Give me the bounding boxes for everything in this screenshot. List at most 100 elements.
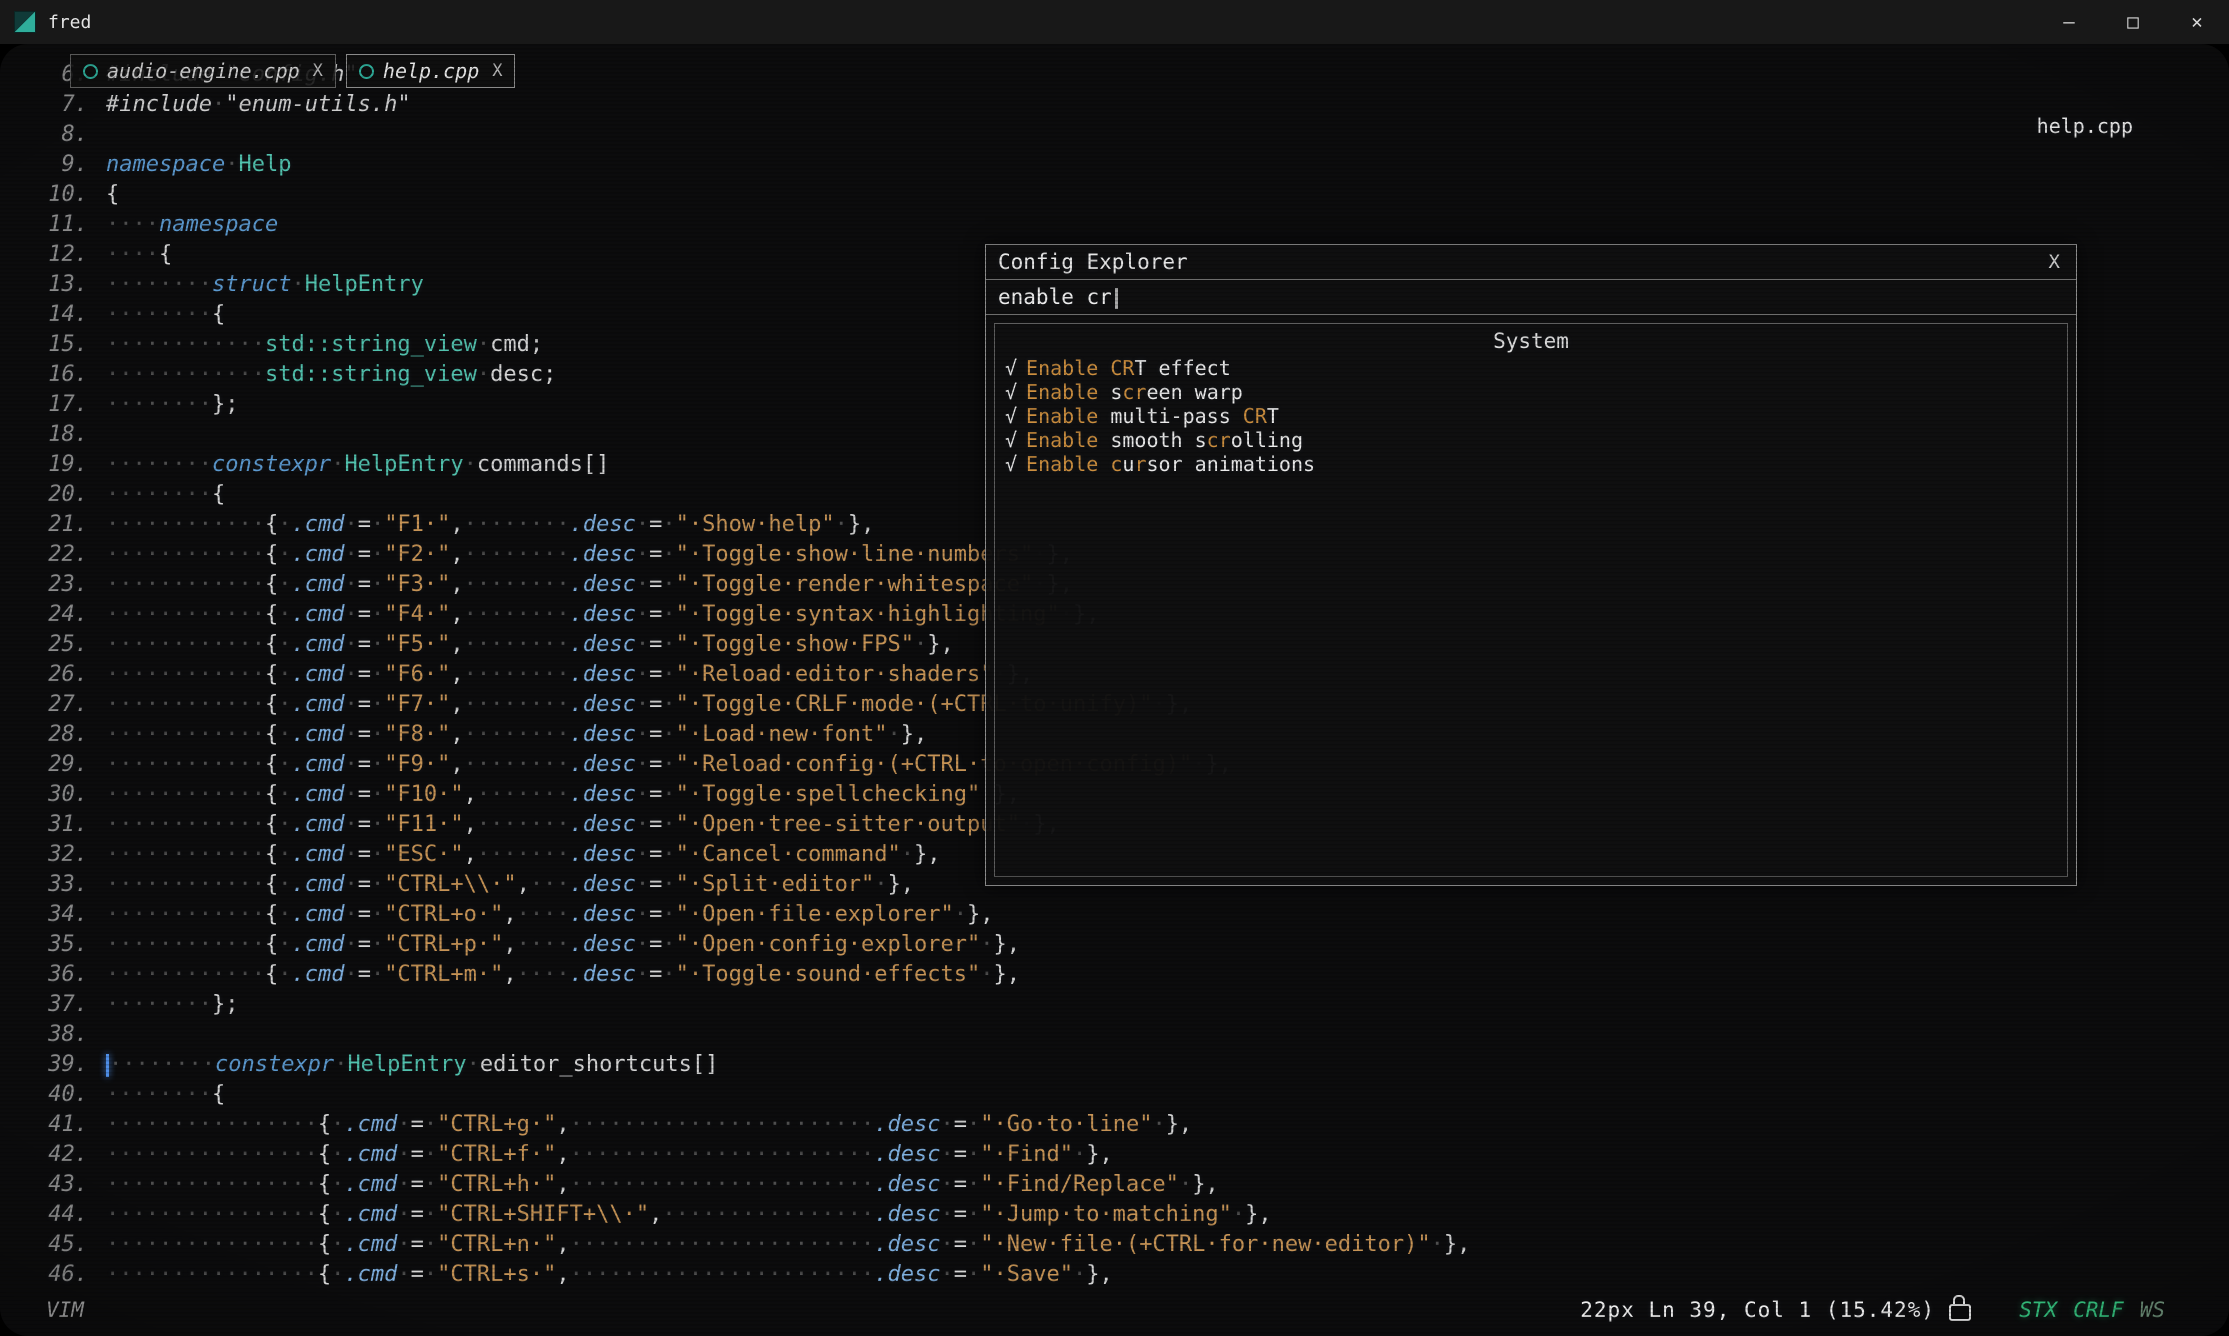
- line-number: 8.: [36, 120, 88, 150]
- code-line[interactable]: 43.················{·.cmd·=·"CTRL+h·",··…: [36, 1170, 1470, 1200]
- status-bar: VIM 22px Ln 39, Col 1 (15.42%) STXCRLFWS: [0, 1290, 2229, 1336]
- code-line[interactable]: 45.················{·.cmd·=·"CTRL+n·",··…: [36, 1230, 1470, 1260]
- code-line[interactable]: 46.················{·.cmd·=·"CTRL+s·",··…: [36, 1260, 1470, 1290]
- config-item[interactable]: √Enable cursor animations: [1005, 452, 2057, 476]
- code-line[interactable]: 44.················{·.cmd·=·"CTRL+SHIFT+…: [36, 1200, 1470, 1230]
- line-number: 12.: [36, 240, 88, 270]
- window-title: fred: [48, 12, 91, 33]
- tab-bar: audio-engine.cpp X help.cpp X: [70, 54, 515, 88]
- popup-close-icon[interactable]: X: [2045, 251, 2064, 273]
- code-line[interactable]: 35.············{·.cmd·=·"CTRL+p·",····.d…: [36, 930, 1470, 960]
- line-number: 25.: [36, 630, 88, 660]
- line-number: 24.: [36, 600, 88, 630]
- window-titlebar: fred – □ ✕: [0, 0, 2229, 44]
- code-line[interactable]: 41.················{·.cmd·=·"CTRL+g·",··…: [36, 1110, 1470, 1140]
- line-number: 20.: [36, 480, 88, 510]
- checkbox-checked-icon[interactable]: √: [1005, 428, 1017, 452]
- code-line[interactable]: 9.namespace·Help: [36, 150, 1470, 180]
- tab-help[interactable]: help.cpp X: [346, 54, 516, 88]
- maximize-button[interactable]: □: [2101, 0, 2165, 44]
- line-number: 14.: [36, 300, 88, 330]
- line-number: 17.: [36, 390, 88, 420]
- tab-close-icon[interactable]: X: [313, 61, 323, 81]
- checkbox-checked-icon[interactable]: √: [1005, 380, 1017, 404]
- line-number: 32.: [36, 840, 88, 870]
- tab-label: help.cpp: [383, 59, 479, 83]
- cursor-position-info: 22px Ln 39, Col 1 (15.42%): [1580, 1298, 1935, 1322]
- config-item[interactable]: √Enable smooth scrolling: [1005, 428, 2057, 452]
- line-number: 16.: [36, 360, 88, 390]
- app-window: fred – □ ✕ 6.#include·"config.h"7.#inclu…: [0, 0, 2229, 1336]
- tab-label: audio-engine.cpp: [107, 59, 300, 83]
- line-number: 21.: [36, 510, 88, 540]
- config-item[interactable]: √Enable screen warp: [1005, 380, 2057, 404]
- line-number: 19.: [36, 450, 88, 480]
- checkbox-checked-icon[interactable]: √: [1005, 404, 1017, 428]
- code-line[interactable]: 36.············{·.cmd·=·"CTRL+m·",····.d…: [36, 960, 1470, 990]
- line-number: 28.: [36, 720, 88, 750]
- status-flag: WS: [2140, 1298, 2165, 1322]
- cpp-file-icon: [359, 64, 374, 79]
- window-controls: – □ ✕: [2037, 0, 2229, 44]
- line-number: 13.: [36, 270, 88, 300]
- line-number: 29.: [36, 750, 88, 780]
- line-number: 37.: [36, 990, 88, 1020]
- line-number: 36.: [36, 960, 88, 990]
- code-line[interactable]: 8.: [36, 120, 1470, 150]
- line-number: 7.: [36, 90, 88, 120]
- line-number: 34.: [36, 900, 88, 930]
- minimize-button[interactable]: –: [2037, 0, 2101, 44]
- line-number: 30.: [36, 780, 88, 810]
- checkbox-checked-icon[interactable]: √: [1005, 356, 1017, 380]
- config-explorer-popup: Config Explorer X enable cr System √Enab…: [985, 244, 2077, 886]
- code-line[interactable]: 39.········constexpr·HelpEntry·editor_sh…: [36, 1050, 1470, 1080]
- line-number: 41.: [36, 1110, 88, 1140]
- section-header: System: [1005, 328, 2057, 354]
- config-item[interactable]: √Enable multi-pass CRT: [1005, 404, 2057, 428]
- line-number: 15.: [36, 330, 88, 360]
- code-line[interactable]: 42.················{·.cmd·=·"CTRL+f·",··…: [36, 1140, 1470, 1170]
- close-button[interactable]: ✕: [2165, 0, 2229, 44]
- checkbox-checked-icon[interactable]: √: [1005, 452, 1017, 476]
- code-line[interactable]: 37.········};: [36, 990, 1470, 1020]
- code-line[interactable]: 11.····namespace: [36, 210, 1470, 240]
- lock-icon: [1949, 1304, 1971, 1321]
- line-number: 42.: [36, 1140, 88, 1170]
- config-list: √Enable CRT effect√Enable screen warp√En…: [1005, 356, 2057, 476]
- line-number: 45.: [36, 1230, 88, 1260]
- config-search-input[interactable]: enable cr: [986, 280, 2076, 315]
- line-number: 31.: [36, 810, 88, 840]
- code-line[interactable]: 40.········{: [36, 1080, 1470, 1110]
- line-number: 33.: [36, 870, 88, 900]
- line-number: 46.: [36, 1260, 88, 1290]
- code-line[interactable]: 10.{: [36, 180, 1470, 210]
- tab-close-icon[interactable]: X: [492, 61, 502, 81]
- code-line[interactable]: 34.············{·.cmd·=·"CTRL+o·",····.d…: [36, 900, 1470, 930]
- config-item[interactable]: √Enable CRT effect: [1005, 356, 2057, 380]
- code-line[interactable]: 7.#include·"enum-utils.h": [36, 90, 1470, 120]
- popup-title-bar: Config Explorer X: [986, 245, 2076, 280]
- line-number: 27.: [36, 690, 88, 720]
- line-number: 11.: [36, 210, 88, 240]
- config-list-panel: System √Enable CRT effect√Enable screen …: [994, 323, 2068, 877]
- line-number: 35.: [36, 930, 88, 960]
- line-number: 23.: [36, 570, 88, 600]
- line-number: 22.: [36, 540, 88, 570]
- app-icon: [14, 11, 36, 33]
- active-filename-overlay: help.cpp: [2037, 114, 2133, 138]
- status-flag: CRLF: [2073, 1298, 2124, 1322]
- status-flags: STXCRLFWS: [2019, 1298, 2165, 1322]
- line-number: 38.: [36, 1020, 88, 1050]
- line-number: 43.: [36, 1170, 88, 1200]
- code-line[interactable]: 38.: [36, 1020, 1470, 1050]
- line-number: 40.: [36, 1080, 88, 1110]
- line-number: 26.: [36, 660, 88, 690]
- tab-audio-engine[interactable]: audio-engine.cpp X: [70, 54, 336, 88]
- editor-screen: 6.#include·"config.h"7.#include·"enum-ut…: [0, 44, 2229, 1336]
- line-number: 39.: [36, 1050, 88, 1080]
- line-number: 44.: [36, 1200, 88, 1230]
- line-number: 9.: [36, 150, 88, 180]
- line-number: 10.: [36, 180, 88, 210]
- text-caret: [1115, 288, 1118, 309]
- line-number: 18.: [36, 420, 88, 450]
